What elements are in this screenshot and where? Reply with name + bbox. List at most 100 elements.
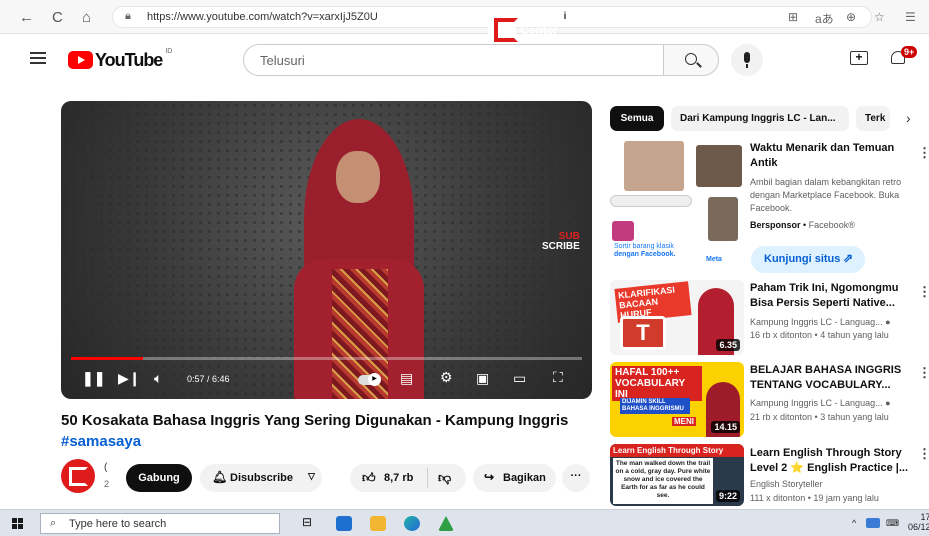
search-placeholder: Telusuri xyxy=(260,53,305,68)
subscribe-overlay: SUB SCRIBE xyxy=(542,231,580,252)
ad-thumb-text1: Sortir barang klasik xyxy=(614,243,674,250)
chip-recent[interactable]: Terk xyxy=(856,106,890,131)
ad-sponsor: Bersponsor • Facebook® xyxy=(750,220,855,230)
video-duration: 6.35 xyxy=(716,339,740,351)
back-icon[interactable]: ← xyxy=(19,9,34,26)
lc-logo-icon xyxy=(488,12,518,42)
chip-all[interactable]: Semua xyxy=(610,106,664,131)
edge-icon[interactable] xyxy=(404,516,420,531)
theater-icon[interactable]: ▭ xyxy=(513,370,526,387)
video-channel[interactable]: English Storyteller xyxy=(750,478,915,491)
clock[interactable]: 17 06/12 xyxy=(908,512,929,532)
lc-brand-text: Langu Center xyxy=(520,12,559,37)
home-icon[interactable]: ⌂ xyxy=(82,9,91,26)
ad-thumb-meta: Meta xyxy=(706,256,722,263)
chevron-right-icon[interactable]: › xyxy=(906,110,911,126)
grid-icon[interactable]: ⊞ xyxy=(788,10,798,24)
volume-icon[interactable]: 🔈︎ xyxy=(154,370,162,387)
region-code: ID xyxy=(165,47,173,55)
video-meta: 111 x ditonton • 19 jam yang lalu xyxy=(750,493,879,503)
join-button[interactable]: Gabung xyxy=(126,464,192,492)
search-icon: ⌕ xyxy=(50,517,57,529)
bell-outline-icon: 🔔︎ xyxy=(212,470,228,484)
share-button[interactable]: ↪ Bagikan xyxy=(473,464,556,492)
more-vertical-icon[interactable]: ⋮ xyxy=(918,365,929,381)
app-icon[interactable] xyxy=(438,516,454,531)
notification-badge: 9+ xyxy=(901,46,918,58)
like-dislike-group: 👍︎ 8,7 rb 👎︎ xyxy=(350,464,466,492)
tray-app-icon[interactable] xyxy=(866,518,880,528)
video-player[interactable] xyxy=(61,101,592,399)
hashtag-link[interactable]: #samasaya xyxy=(61,431,596,452)
more-vertical-icon[interactable]: ⋮ xyxy=(918,284,929,300)
video-thumbnail[interactable]: KLARIFIKASI BACAAN HURUF T 6.35 xyxy=(610,280,744,355)
fullscreen-icon[interactable]: ⛶ xyxy=(553,369,563,386)
youtube-logo[interactable]: YouTube ID xyxy=(68,47,173,71)
more-vertical-icon[interactable]: ⋮ xyxy=(918,145,929,161)
video-duration: 14.15 xyxy=(711,421,740,433)
miniplayer-icon[interactable]: ▣ xyxy=(476,370,489,387)
ad-description: Ambil bagian dalam kebangkitan retro den… xyxy=(750,177,902,213)
channel-avatar[interactable] xyxy=(61,459,95,493)
subtitles-icon[interactable]: ▤ xyxy=(400,370,413,387)
video-meta: 16 rb x ditonton • 4 tahun yang lalu xyxy=(750,330,889,340)
task-view-icon[interactable]: ⊟ xyxy=(302,515,316,530)
create-icon[interactable]: + xyxy=(850,51,868,65)
hamburger-menu-icon[interactable] xyxy=(30,52,46,64)
video-title-item[interactable]: Paham Trik Ini, Ngomongmu Bisa Persis Se… xyxy=(750,281,910,311)
chevron-down-icon: ▽ xyxy=(308,471,315,481)
autoplay-toggle[interactable] xyxy=(358,373,381,386)
keyboard-icon[interactable]: ⌨ xyxy=(886,518,899,529)
favorites-icon[interactable]: ☰ xyxy=(905,10,916,24)
mail-icon[interactable] xyxy=(336,516,352,531)
video-title-item[interactable]: BELAJAR BAHASA INGGRIS TENTANG VOCABULAR… xyxy=(750,363,910,393)
video-thumbnail[interactable]: HAFAL 100++ VOCABULARY INI DIJAMIN SKILL… xyxy=(610,362,744,437)
verified-icon: ● xyxy=(885,317,891,327)
thumb-story: The man walked down the trail on a cold,… xyxy=(613,458,713,504)
refresh-icon[interactable]: C xyxy=(52,9,63,26)
star-icon[interactable]: ☆ xyxy=(874,10,885,24)
video-title-item[interactable]: Learn English Through Story Level 2 ⭐ En… xyxy=(750,446,910,476)
tray-chevron-up-icon[interactable]: ^ xyxy=(852,518,856,528)
progress-bar[interactable] xyxy=(71,357,582,360)
logo-text: YouTube xyxy=(95,49,163,70)
zoom-icon[interactable]: ⊕ xyxy=(846,10,856,24)
like-count[interactable]: 8,7 rb xyxy=(384,472,413,484)
next-icon[interactable]: ▶❙ xyxy=(118,370,141,387)
microphone-icon[interactable] xyxy=(731,44,763,76)
subscribe-button[interactable]: 🔔︎ Disubscribe ▽ xyxy=(200,464,322,492)
search-input[interactable]: Telusuri xyxy=(243,44,663,76)
more-vertical-icon[interactable]: ⋮ xyxy=(918,446,929,462)
gear-icon[interactable]: ⚙ xyxy=(440,369,453,386)
more-actions-button[interactable]: ··· xyxy=(562,464,590,492)
video-channel[interactable]: Kampung Inggris LC - Languag... ● xyxy=(750,397,915,410)
progress-fill xyxy=(71,357,143,360)
dislike-icon[interactable]: 👎︎ xyxy=(438,470,451,486)
share-icon: ↪ xyxy=(484,470,495,484)
ad-thumbnail[interactable]: Sortir barang klasik dengan Facebook. Me… xyxy=(610,139,744,267)
url-text: https://www.youtube.com/watch?v=xarxIjJ5… xyxy=(147,11,378,23)
video-meta: 21 rb x ditonton • 3 tahun yang lalu xyxy=(750,412,889,422)
video-channel[interactable]: Kampung Inggris LC - Languag... ● xyxy=(750,316,915,329)
windows-start-icon[interactable] xyxy=(12,518,23,529)
visit-site-button[interactable]: Kunjungi situs ⇗ xyxy=(751,246,865,273)
channel-subscribers: 2 xyxy=(104,479,110,489)
info-icon[interactable]: i xyxy=(558,11,572,25)
read-aloud-icon[interactable]: aあ xyxy=(815,10,834,27)
ad-title[interactable]: Waktu Menarik dan Temuan Antik xyxy=(750,141,910,171)
browser-toolbar: ← C ⌂ 🔒︎ https://www.youtube.com/watch?v… xyxy=(0,0,929,34)
more-horizontal-icon: ··· xyxy=(570,470,582,482)
like-icon[interactable]: 👍︎ xyxy=(362,470,376,486)
pause-icon[interactable]: ❚❚ xyxy=(82,370,105,387)
chip-channel[interactable]: Dari Kampung Inggris LC - Lan... xyxy=(671,106,849,131)
channel-name[interactable]: ( xyxy=(104,462,107,473)
divider xyxy=(427,468,428,488)
video-thumbnail[interactable]: Learn English Through Story The man walk… xyxy=(610,444,744,506)
thumb-sub2: MENI xyxy=(672,417,696,426)
thumb-sub: DIJAMIN SKILL BAHASA INGGRISMU xyxy=(620,398,690,414)
taskbar-search-input[interactable]: ⌕ Type here to search xyxy=(40,513,280,534)
search-icon[interactable] xyxy=(663,44,719,76)
video-title: 50 Kosakata Bahasa Inggris Yang Sering D… xyxy=(61,410,596,452)
windows-taskbar: ⌕ Type here to search ⊟ ^ ⌨ 17 06/12 xyxy=(0,509,929,536)
file-explorer-icon[interactable] xyxy=(370,516,386,531)
